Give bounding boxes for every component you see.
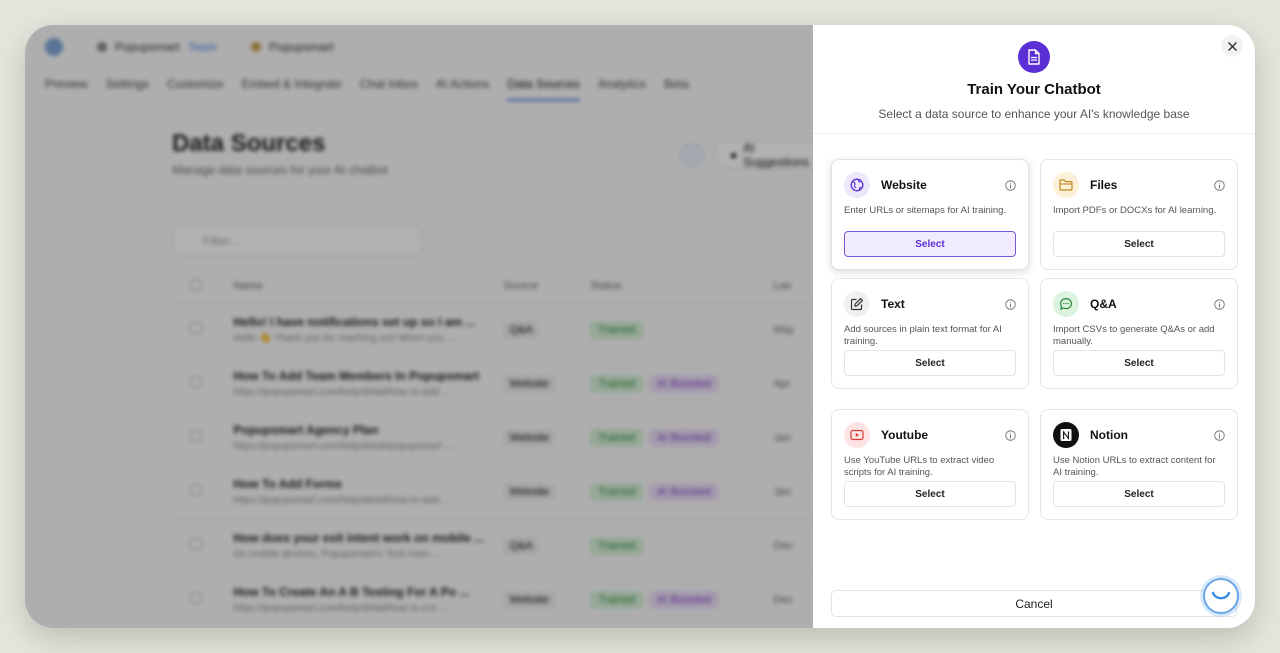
card-description: Use YouTube URLs to extract video script… [844,455,995,478]
folder-icon [1053,172,1079,198]
source-card-text[interactable]: Text Add sources in plain text format fo… [831,278,1029,389]
info-icon[interactable] [1214,298,1225,310]
select-qa-button[interactable]: Select [1053,350,1225,376]
info-icon[interactable] [1214,429,1225,441]
source-card-files[interactable]: Files Import PDFs or DOCXs for AI learni… [1040,159,1238,270]
card-description: Import CSVs to generate Q&As or add manu… [1053,324,1215,347]
youtube-icon [844,422,870,448]
header-divider [813,133,1255,134]
globe-icon [844,172,870,198]
source-card-notion[interactable]: Notion Use Notion URLs to extract conten… [1040,409,1238,520]
source-card-youtube[interactable]: Youtube Use YouTube URLs to extract vide… [831,409,1029,520]
modal-overlay[interactable] [25,25,813,628]
info-icon[interactable] [1005,298,1016,310]
edit-icon [844,291,870,317]
card-title: Files [1090,178,1118,192]
card-description: Enter URLs or sitemaps for AI training. [844,205,1007,216]
source-card-website[interactable]: Website Enter URLs or sitemaps for AI tr… [831,159,1029,270]
info-icon[interactable] [1214,179,1225,191]
card-description: Import PDFs or DOCXs for AI learning. [1053,205,1217,216]
train-chatbot-modal: Train Your Chatbot Select a data source … [813,25,1255,628]
modal-title: Train Your Chatbot [967,81,1101,98]
select-files-button[interactable]: Select [1053,231,1225,257]
info-icon[interactable] [1005,179,1016,191]
modal-subtitle: Select a data source to enhance your AI'… [878,107,1190,121]
select-website-button[interactable]: Select [844,231,1016,257]
close-icon [1227,41,1237,51]
select-youtube-button[interactable]: Select [844,481,1016,507]
smile-icon [1211,591,1231,600]
cancel-button[interactable]: Cancel [831,590,1237,617]
chat-icon [1053,291,1079,317]
card-title: Q&A [1090,297,1117,311]
chat-widget-button[interactable] [1203,578,1239,614]
card-title: Website [881,178,927,192]
select-notion-button[interactable]: Select [1053,481,1225,507]
close-button[interactable] [1221,35,1243,57]
document-icon [1018,41,1050,73]
select-text-button[interactable]: Select [844,350,1016,376]
card-description: Add sources in plain text format for AI … [844,324,1002,347]
info-icon[interactable] [1005,429,1016,441]
card-title: Text [881,297,905,311]
card-title: Notion [1090,428,1128,442]
app-window: Popupsmart Team Popupsmart Preview Setti… [25,25,1255,628]
notion-icon [1053,422,1079,448]
card-title: Youtube [881,428,929,442]
source-card-qa[interactable]: Q&A Import CSVs to generate Q&As or add … [1040,278,1238,389]
card-description: Use Notion URLs to extract content for A… [1053,455,1216,478]
